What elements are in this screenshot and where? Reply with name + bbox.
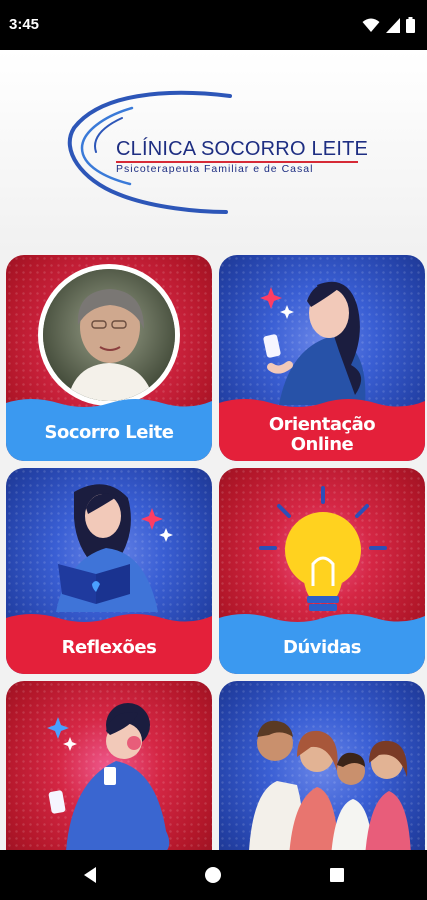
status-icons [362,14,415,36]
card-reflexoes[interactable]: Reflexões [6,468,212,674]
battery-icon [406,17,415,33]
navigation-bar [0,850,427,900]
status-bar: 3:45 [0,0,427,50]
card-label: Reflexões [61,637,157,658]
header: CLÍNICA SOCORRO LEITE Psicoterapeuta Fam… [0,50,427,250]
family-art [249,720,411,850]
card-label: Socorro Leite [44,422,174,443]
clinic-subtitle: Psicoterapeuta Familiar e de Casal [116,163,314,175]
home-circle-icon[interactable] [202,864,224,886]
card-label-line-2: Online [290,434,354,455]
tired-person-art [47,703,170,850]
wifi-icon [362,18,380,32]
card-socorro-leite[interactable]: Socorro Leite [6,255,212,461]
card-label-line-1: Orientação [268,414,376,435]
card-tired-person[interactable] [6,681,212,850]
recents-square-icon[interactable] [326,864,348,886]
card-label: Dúvidas [283,637,361,658]
back-triangle-icon[interactable] [80,864,102,886]
card-orientacao-online[interactable]: Orientação Online [219,255,425,461]
status-time: 3:45 [9,16,40,33]
clinic-title: CLÍNICA SOCORRO LEITE [116,138,369,160]
card-family[interactable] [219,681,425,850]
card-duvidas[interactable]: Dúvidas [219,468,425,674]
card-label: Orientação Online [219,415,425,455]
cellular-signal-icon [386,17,400,33]
app-screen: CLÍNICA SOCORRO LEITE Psicoterapeuta Fam… [0,50,427,850]
